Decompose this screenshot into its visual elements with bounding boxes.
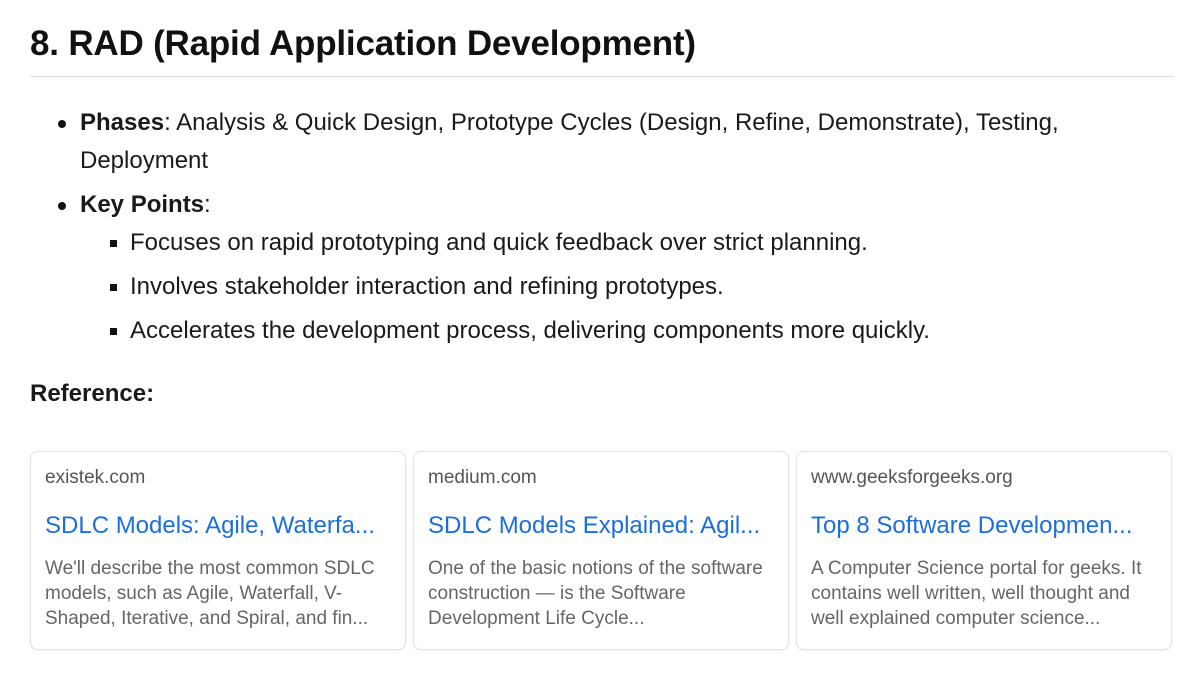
card-title-link[interactable]: SDLC Models: Agile, Waterfa... [45, 510, 391, 542]
key-points-colon: : [204, 191, 211, 218]
key-points-list: Focuses on rapid prototyping and quick f… [80, 224, 1160, 350]
card-domain: existek.com [45, 467, 146, 488]
reference-card-existek[interactable]: existek.com SDLC Models: Agile, Waterfa.… [30, 451, 406, 650]
card-snippet: We'll describe the most common SDLC mode… [45, 558, 375, 629]
reference-heading: Reference: [30, 380, 155, 407]
card-snippet: One of the basic notions of the software… [428, 558, 763, 629]
card-domain: medium.com [428, 467, 537, 488]
section-title: 8. RAD (Rapid Application Development) [30, 24, 696, 63]
phases-bullet: Phases: Analysis & Quick Design, Prototy… [58, 104, 1160, 180]
phases-label: Phases [80, 109, 165, 136]
title-divider [30, 76, 1174, 77]
key-point-item: Accelerates the development process, del… [110, 312, 1160, 350]
reference-card-medium[interactable]: medium.com SDLC Models Explained: Agil..… [413, 451, 789, 650]
card-title-link[interactable]: SDLC Models Explained: Agil... [428, 510, 774, 542]
phases-text: : Analysis & Quick Design, Prototype Cyc… [80, 109, 1059, 174]
reference-card-geeksforgeeks[interactable]: www.geeksforgeeks.org Top 8 Software Dev… [796, 451, 1172, 650]
key-points-label: Key Points [80, 191, 205, 218]
key-points-bullet: Key Points: Focuses on rapid prototyping… [58, 186, 1160, 350]
card-domain: www.geeksforgeeks.org [811, 467, 1013, 488]
key-point-item: Focuses on rapid prototyping and quick f… [110, 224, 1160, 262]
summary-list: Phases: Analysis & Quick Design, Prototy… [58, 104, 1160, 356]
card-title-link[interactable]: Top 8 Software Developmen... [811, 510, 1157, 542]
reference-cards: existek.com SDLC Models: Agile, Waterfa.… [30, 451, 1174, 650]
card-snippet: A Computer Science portal for geeks. It … [811, 558, 1142, 629]
key-point-item: Involves stakeholder interaction and ref… [110, 268, 1160, 306]
